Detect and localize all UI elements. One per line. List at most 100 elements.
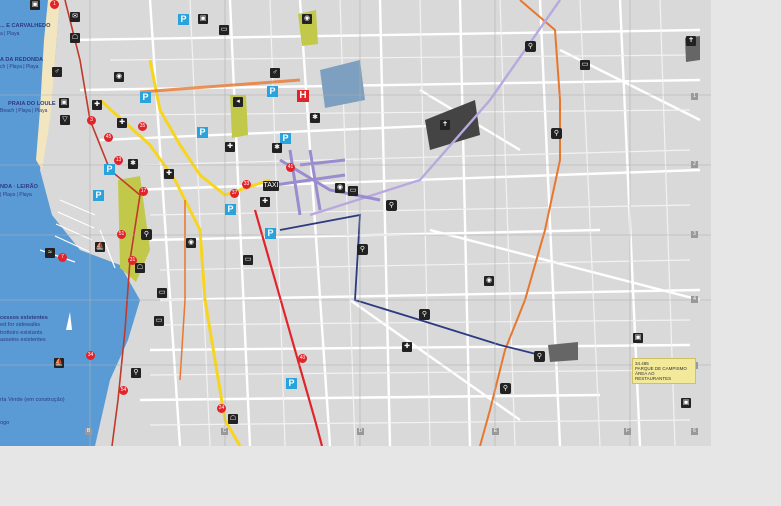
- photo-icon[interactable]: ◉: [335, 183, 345, 193]
- numbered-marker[interactable]: 45: [104, 133, 113, 142]
- photo-icon[interactable]: ◉: [484, 276, 494, 286]
- sound-icon[interactable]: ◂: [233, 97, 243, 107]
- grid-label: D: [357, 428, 364, 435]
- bus-icon[interactable]: ▭: [580, 60, 590, 70]
- bus-icon[interactable]: ▭: [154, 316, 164, 326]
- numbered-marker[interactable]: 31: [128, 256, 137, 265]
- first-aid-icon[interactable]: ✚: [225, 142, 235, 152]
- first-aid-icon[interactable]: ✚: [402, 342, 412, 352]
- bicycle-icon[interactable]: ⚲: [500, 383, 511, 394]
- numbered-marker[interactable]: 41: [286, 163, 295, 172]
- legend-title: cessos existentes: [0, 315, 48, 321]
- beach-label: | Playa | Playa: [0, 192, 32, 198]
- wc-icon[interactable]: ♂: [52, 67, 62, 77]
- bicycle-icon[interactable]: ⚲: [386, 200, 397, 211]
- grid-label: F: [624, 428, 631, 435]
- numbered-marker[interactable]: 24: [217, 404, 226, 413]
- beach-label: ch | Playa | Playa: [0, 64, 39, 70]
- walker-icon[interactable]: ☖: [70, 33, 80, 43]
- beach-label: NDA · LEIRÃO: [0, 184, 39, 190]
- numbered-marker[interactable]: 34: [86, 351, 95, 360]
- shop-icon[interactable]: ▣: [198, 14, 208, 24]
- shop-icon[interactable]: ▣: [59, 98, 69, 108]
- beach-label: a | Playa: [0, 31, 20, 37]
- legend-item: asseios existentes: [0, 337, 46, 343]
- first-aid-icon[interactable]: ✚: [117, 118, 127, 128]
- swimming-icon[interactable]: ≈: [45, 248, 55, 258]
- numbered-marker[interactable]: 37: [230, 189, 239, 198]
- first-aid-icon[interactable]: ✚: [260, 197, 270, 207]
- bicycle-icon[interactable]: ⚲: [141, 229, 152, 240]
- shop-icon[interactable]: ▣: [681, 398, 691, 408]
- legend-item: rta Verde (em construção): [0, 397, 65, 403]
- church-icon[interactable]: ✝: [440, 120, 450, 130]
- bus-icon[interactable]: ▭: [348, 186, 358, 196]
- numbered-marker[interactable]: 54: [119, 386, 128, 395]
- info-note: 34.485 PARQUE DE CAMPISMO ÁREA AO RESTAU…: [632, 358, 696, 384]
- bicycle-icon[interactable]: ⚲: [131, 368, 141, 378]
- building-block: [320, 60, 365, 108]
- numbered-marker[interactable]: 33: [242, 180, 251, 189]
- route-red: [253, 209, 324, 446]
- bus-icon[interactable]: ▭: [243, 255, 253, 265]
- parking-icon[interactable]: P: [93, 190, 104, 201]
- map-canvas: [0, 0, 711, 446]
- numbered-marker[interactable]: 40: [298, 354, 307, 363]
- legend-item: ogo: [0, 420, 10, 426]
- beach-label: Beach | Playa | Playa: [0, 108, 48, 114]
- grid-label: E: [492, 428, 499, 435]
- numbered-marker[interactable]: 3: [87, 116, 96, 125]
- numbered-marker[interactable]: 7: [58, 253, 67, 262]
- sailing-icon[interactable]: ⛵: [95, 242, 105, 252]
- first-aid-icon[interactable]: ✚: [164, 169, 174, 179]
- sailing-icon[interactable]: ⛵: [54, 358, 64, 368]
- parking-icon[interactable]: P: [197, 127, 208, 138]
- star-icon[interactable]: ✱: [128, 159, 138, 169]
- beach-label: A DA REDONDA: [0, 57, 44, 63]
- parking-icon[interactable]: P: [225, 204, 236, 215]
- post-office-icon[interactable]: ✉: [70, 12, 80, 22]
- camera-icon[interactable]: ◉: [114, 72, 124, 82]
- numbered-marker[interactable]: 13: [114, 156, 123, 165]
- cocktail-icon[interactable]: ▽: [60, 115, 70, 125]
- walker-icon[interactable]: ☖: [228, 414, 238, 424]
- numbered-marker[interactable]: 1: [50, 0, 59, 9]
- shop-icon[interactable]: ▣: [30, 0, 40, 10]
- star-icon[interactable]: ✱: [310, 113, 320, 123]
- parking-icon[interactable]: P: [286, 378, 297, 389]
- star-icon[interactable]: ✱: [272, 143, 282, 153]
- city-map[interactable]: ... E CARVALHEDO a | Playa A DA REDONDA …: [0, 0, 711, 446]
- numbered-marker[interactable]: 35: [138, 122, 147, 131]
- parking-icon[interactable]: P: [140, 92, 151, 103]
- shopping-icon[interactable]: ▣: [633, 333, 643, 343]
- bus-icon[interactable]: ▭: [219, 25, 229, 35]
- photo-icon[interactable]: ◉: [186, 238, 196, 248]
- photo-icon[interactable]: ◉: [302, 14, 312, 24]
- parking-icon[interactable]: P: [267, 86, 278, 97]
- route-orange: [479, 0, 561, 446]
- hospital-icon[interactable]: H: [297, 90, 309, 102]
- grid-label: 6: [691, 428, 698, 435]
- beach-label: ... E CARVALHEDO: [0, 23, 51, 29]
- bicycle-icon[interactable]: ⚲: [357, 244, 368, 255]
- numbered-marker[interactable]: 17: [139, 187, 148, 196]
- bus-icon[interactable]: ▭: [157, 288, 167, 298]
- bicycle-icon[interactable]: ⚲: [534, 351, 545, 362]
- bicycle-icon[interactable]: ⚲: [525, 41, 536, 52]
- note-line: RESTAURANTES: [635, 376, 672, 381]
- first-aid-icon[interactable]: ✚: [92, 100, 102, 110]
- wc-icon[interactable]: ♂: [270, 68, 280, 78]
- legend-item: trottoirs existants: [0, 330, 43, 336]
- numbered-marker[interactable]: 51: [117, 230, 126, 239]
- bicycle-icon[interactable]: ⚲: [419, 309, 430, 320]
- church-icon[interactable]: ✝: [686, 36, 696, 46]
- bicycle-icon[interactable]: ⚲: [551, 128, 562, 139]
- street-grid: [69, 0, 701, 446]
- parking-icon[interactable]: P: [265, 228, 276, 239]
- taxi-icon[interactable]: TAXI: [263, 181, 279, 191]
- parking-icon[interactable]: P: [104, 164, 115, 175]
- grid-label: 1: [691, 93, 698, 100]
- grid-label: 3: [691, 231, 698, 238]
- parking-icon[interactable]: P: [178, 14, 189, 25]
- family-icon[interactable]: ☖: [135, 263, 145, 273]
